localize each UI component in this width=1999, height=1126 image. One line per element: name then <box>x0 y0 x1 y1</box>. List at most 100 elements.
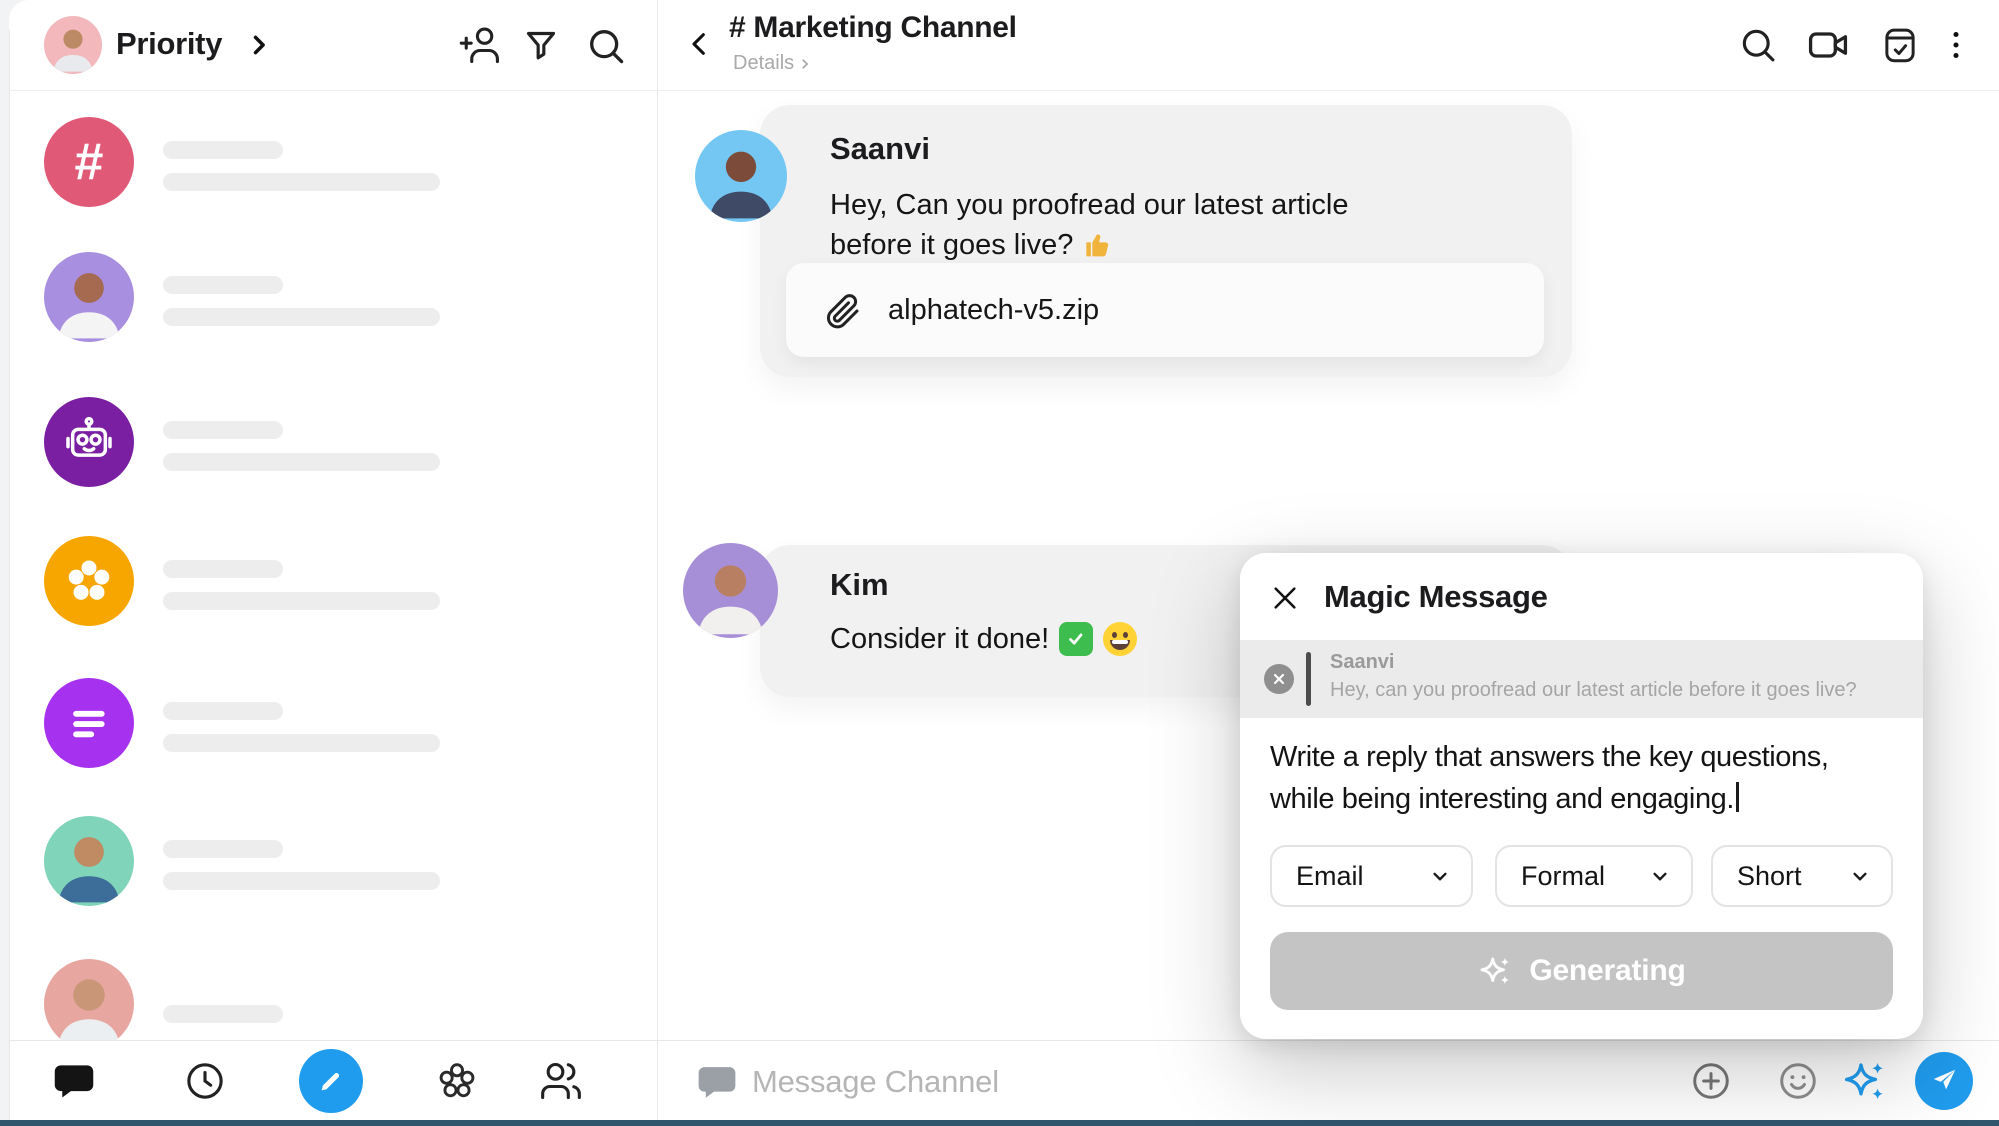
format-dropdown[interactable]: Email <box>1270 845 1473 907</box>
magic-message-popup: Magic Message Saanvi Hey, can you proofr… <box>1240 553 1923 1039</box>
chevron-down-icon <box>1647 863 1673 889</box>
flower-dots-icon <box>44 536 134 626</box>
quote-author: Saanvi <box>1330 651 1394 674</box>
filter-icon[interactable] <box>519 24 563 68</box>
generating-button[interactable]: Generating <box>1270 932 1893 1010</box>
search-icon[interactable] <box>1736 23 1780 67</box>
placeholder-line <box>163 141 283 159</box>
contacts-people-icon[interactable] <box>538 1058 584 1104</box>
prompt-input[interactable]: Write a reply that answers the key quest… <box>1270 736 1829 820</box>
message-author: Kim <box>830 567 889 603</box>
header-divider <box>0 90 1999 91</box>
quote-bar <box>1306 652 1311 706</box>
chevron-right-small-icon <box>798 57 812 71</box>
video-call-icon[interactable] <box>1806 23 1850 67</box>
sparkles-icon <box>1477 953 1513 989</box>
paper-plane-icon <box>1929 1066 1959 1096</box>
channel-title: # Marketing Channel <box>729 11 1017 45</box>
chevron-down-icon <box>1847 863 1873 889</box>
placeholder-line <box>163 276 283 294</box>
add-person-icon[interactable] <box>457 22 503 68</box>
person-photo-icon <box>683 543 778 638</box>
window-edge <box>0 26 10 1120</box>
workspace-title: Priority <box>116 26 222 62</box>
generating-label: Generating <box>1529 954 1685 988</box>
sidebar-item-hash-channel[interactable]: # <box>0 117 657 237</box>
person-photo-icon <box>695 130 787 222</box>
placeholder-line <box>163 734 440 752</box>
message-text-line: Hey, Can you proofread our latest articl… <box>830 185 1349 225</box>
text-caret <box>1736 782 1739 812</box>
placeholder-line <box>163 308 440 326</box>
sidebar-item-teammate[interactable] <box>0 959 657 1040</box>
message-bubble-icon <box>694 1059 740 1105</box>
message-author: Saanvi <box>830 131 930 167</box>
sidebar-item-bot[interactable] <box>0 397 657 517</box>
sidebar-item-notes[interactable] <box>0 678 657 798</box>
app-window: Priority # Marketing Channel Details # <box>0 0 1999 1126</box>
quote-text: Hey, can you proofread our latest articl… <box>1330 679 1857 702</box>
person-avatar <box>44 959 134 1040</box>
placeholder-line <box>163 840 283 858</box>
quoted-message: Saanvi Hey, can you proofread our latest… <box>1240 640 1923 718</box>
window-corner <box>0 0 30 30</box>
search-icon[interactable] <box>583 23 629 69</box>
message-text-line: Consider it done! <box>830 619 1137 659</box>
saanvi-avatar[interactable] <box>695 130 787 222</box>
chevron-down-icon <box>1427 863 1453 889</box>
tasks-icon[interactable] <box>1878 23 1922 67</box>
more-kebab-icon[interactable] <box>1936 25 1976 65</box>
placeholder-line <box>163 702 283 720</box>
grinning-face-icon <box>1103 622 1137 656</box>
person-avatar <box>44 252 134 342</box>
pencil-icon <box>316 1066 346 1096</box>
placeholder-line <box>163 453 440 471</box>
placeholder-line <box>163 592 440 610</box>
channel-details-link[interactable]: Details <box>733 52 812 75</box>
close-icon[interactable] <box>1268 581 1302 615</box>
placeholder-line <box>163 872 440 890</box>
length-dropdown[interactable]: Short <box>1711 845 1893 907</box>
person-photo-icon <box>44 816 134 906</box>
sidebar-item-teammate[interactable] <box>0 252 657 372</box>
thumbs-up-icon <box>1083 229 1115 261</box>
history-clock-icon[interactable] <box>182 1058 228 1104</box>
chevron-right-icon[interactable] <box>245 31 273 59</box>
sidebar-divider <box>657 0 658 1120</box>
white-check-mark-icon <box>1059 622 1093 656</box>
popup-title: Magic Message <box>1324 579 1548 615</box>
sidebar-item-flower-app[interactable] <box>0 536 657 656</box>
chats-icon[interactable] <box>51 1058 97 1104</box>
send-button[interactable] <box>1915 1052 1973 1110</box>
message-bubble-saanvi: Saanvi Hey, Can you proofread our latest… <box>760 105 1572 377</box>
placeholder-line <box>163 560 283 578</box>
message-input[interactable]: Message Channel <box>752 1064 999 1100</box>
window-bottom-edge <box>0 1120 1999 1126</box>
composer-divider <box>0 1040 1999 1041</box>
paperclip-icon <box>822 290 862 330</box>
person-photo-icon <box>44 252 134 342</box>
attach-plus-icon[interactable] <box>1689 1059 1733 1103</box>
message-text-line: before it goes live? <box>830 225 1115 265</box>
attachment-card[interactable]: alphatech-v5.zip <box>786 263 1544 357</box>
apps-flower-icon[interactable] <box>434 1058 480 1104</box>
person-avatar <box>44 816 134 906</box>
person-photo-icon <box>44 959 134 1040</box>
back-chevron-icon[interactable] <box>684 28 716 60</box>
person-photo-icon <box>44 16 102 74</box>
emoji-smiley-icon[interactable] <box>1776 1059 1820 1103</box>
attachment-filename: alphatech-v5.zip <box>888 294 1099 327</box>
user-avatar[interactable] <box>44 16 102 74</box>
placeholder-line <box>163 173 440 191</box>
placeholder-line <box>163 1005 283 1023</box>
hash-channel-icon: # <box>44 117 134 207</box>
remove-quote-icon[interactable] <box>1264 664 1294 694</box>
compose-pencil-button[interactable] <box>299 1049 363 1113</box>
tone-dropdown[interactable]: Formal <box>1495 845 1693 907</box>
text-lines-icon <box>44 678 134 768</box>
sidebar-item-teammate[interactable] <box>0 816 657 936</box>
kim-avatar[interactable] <box>683 543 778 638</box>
ai-sparkles-icon[interactable] <box>1840 1057 1888 1105</box>
robot-icon <box>44 397 134 487</box>
placeholder-line <box>163 421 283 439</box>
